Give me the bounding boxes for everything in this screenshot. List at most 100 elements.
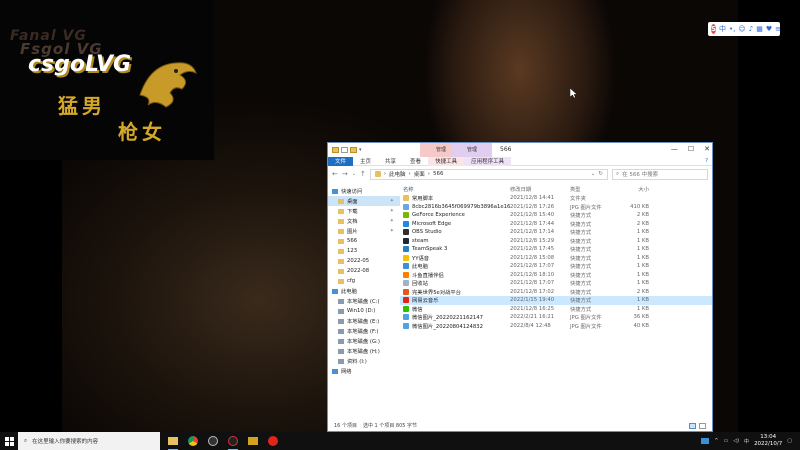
search-icon: ⌕: [24, 437, 28, 444]
column-header-type[interactable]: 类型: [570, 185, 621, 193]
file-list[interactable]: 名称 修改日期 类型 大小 常用脚本 2021/12/8 14:41 文件夹 8cbc…: [400, 182, 712, 410]
properties-icon[interactable]: [341, 147, 348, 153]
file-row[interactable]: 微信 2021/12/8 16:25 快捷方式 1 KB: [400, 305, 712, 314]
file-row[interactable]: steam 2021/12/8 15:29 快捷方式 1 KB: [400, 237, 712, 246]
file-row[interactable]: YY语音 2021/12/8 15:08 快捷方式 1 KB: [400, 254, 712, 263]
tab-view[interactable]: 查看: [403, 157, 428, 166]
file-explorer-taskbar-icon[interactable]: [166, 434, 180, 450]
sidebar-item[interactable]: 本地磁盘 (C:): [328, 296, 400, 306]
file-row[interactable]: 完美世界5e对战平台 2021/12/8 17:02 快捷方式 2 KB: [400, 288, 712, 297]
show-hidden-icons-icon[interactable]: ^: [714, 438, 718, 444]
large-icons-view-icon[interactable]: [699, 422, 706, 429]
sidebar-item[interactable]: 123: [328, 246, 400, 256]
file-date: 2021/12/8 17:44: [510, 220, 555, 227]
file-row[interactable]: 8cbc2816b3645f069979b3896a1e16e 2021/12/8…: [400, 203, 712, 212]
file-row[interactable]: 微信图片_20220804124832 2022/8/4 12:48 JPG 图片文…: [400, 322, 712, 331]
details-view-icon[interactable]: [689, 422, 696, 429]
tab-home[interactable]: 主页: [353, 157, 378, 166]
file-row[interactable]: 此电脑 2021/12/8 17:07 快捷方式 1 KB: [400, 262, 712, 271]
file-row[interactable]: OBS Studio 2021/12/8 17:14 快捷方式 1 KB: [400, 228, 712, 237]
ime-tray-icon[interactable]: 中: [744, 438, 749, 445]
breadcrumb-item[interactable]: 此电脑: [389, 170, 406, 178]
ime-skin-icon[interactable]: ♥: [766, 25, 772, 33]
chevron-down-icon[interactable]: ▾: [359, 147, 362, 153]
file-row[interactable]: 微信图片_20220221162147 2022/2/21 16:21 JPG 图片…: [400, 313, 712, 322]
help-icon[interactable]: ?: [705, 158, 712, 164]
column-header-name[interactable]: 名称: [400, 185, 510, 193]
sidebar-item[interactable]: 本地磁盘 (F:): [328, 326, 400, 336]
file-name-cell: 微信: [400, 305, 510, 313]
address-bar[interactable]: › 此电脑 › 桌面 › 566 ⌄ ↻: [369, 168, 608, 180]
ime-mode-label[interactable]: 中: [719, 24, 726, 34]
column-header-size[interactable]: 大小: [621, 185, 649, 193]
file-date: 2021/12/8 17:07: [510, 263, 555, 270]
title-bar[interactable]: ▾ 管理 管理 566 — ☐ ✕: [328, 143, 712, 157]
sidebar-item[interactable]: 下载 ✦: [328, 206, 400, 216]
sidebar-item[interactable]: 网络: [328, 366, 400, 376]
ime-emoji-icon[interactable]: ☺: [738, 25, 745, 33]
sidebar-item[interactable]: 快速访问: [328, 186, 400, 196]
tab-file[interactable]: 文件: [328, 156, 354, 166]
chrome-taskbar-icon[interactable]: [186, 434, 200, 448]
file-row[interactable]: 回收站 2021/12/8 17:07 快捷方式 1 KB: [400, 279, 712, 288]
sidebar-item[interactable]: 文档 ✦: [328, 216, 400, 226]
ime-menu-icon[interactable]: ≡: [775, 25, 781, 33]
ime-punctuation-icon[interactable]: •,: [729, 25, 735, 33]
forward-arrow-icon[interactable]: →: [342, 170, 348, 178]
file-row[interactable]: 网易云音乐 2022/1/15 19:40 快捷方式 1 KB: [400, 296, 712, 305]
sidebar-item[interactable]: 资料 (I:): [328, 356, 400, 366]
maximize-icon[interactable]: ☐: [688, 145, 694, 153]
sidebar-item[interactable]: 图片 ✦: [328, 226, 400, 236]
sidebar-item[interactable]: 本地磁盘 (H:): [328, 346, 400, 356]
close-icon[interactable]: ✕: [704, 145, 710, 153]
sidebar-item[interactable]: 本地磁盘 (G:): [328, 336, 400, 346]
file-row[interactable]: 斗鱼直播伴侣 2021/12/8 18:10 快捷方式 1 KB: [400, 271, 712, 280]
ime-mic-icon[interactable]: ♪: [749, 25, 753, 33]
notification-icon[interactable]: ▢: [787, 438, 792, 444]
network-icon[interactable]: ▭: [724, 438, 729, 444]
breadcrumb-item[interactable]: 桌面: [414, 170, 425, 178]
sidebar-item[interactable]: 本地磁盘 (E:): [328, 316, 400, 326]
sidebar-item[interactable]: 566: [328, 236, 400, 246]
file-row[interactable]: Microsoft Edge 2021/12/8 17:44 快捷方式 2 KB: [400, 220, 712, 229]
tab-app-tools[interactable]: 应用程序工具: [464, 156, 512, 166]
minimize-icon[interactable]: —: [671, 145, 678, 153]
up-arrow-icon[interactable]: ↑: [360, 170, 366, 178]
file-row[interactable]: TeamSpeak 3 2021/12/8 17:45 快捷方式 1 KB: [400, 245, 712, 254]
file-explorer-window[interactable]: ▾ 管理 管理 566 — ☐ ✕ 文件 主页 共享 查看 快捷工具 应用程序工…: [327, 142, 713, 432]
breadcrumb-item[interactable]: 566: [433, 171, 444, 177]
file-name-cell: TeamSpeak 3: [400, 246, 510, 253]
app-taskbar-icon[interactable]: [246, 434, 260, 448]
sidebar-item[interactable]: 此电脑: [328, 286, 400, 296]
start-button[interactable]: [0, 432, 18, 450]
column-header-date[interactable]: 修改日期: [510, 185, 570, 193]
recent-dropdown-icon[interactable]: ⌄: [352, 171, 356, 177]
sidebar-item[interactable]: cfg: [328, 276, 400, 286]
sidebar-item[interactable]: Win10 (D:): [328, 306, 400, 316]
new-folder-icon[interactable]: [350, 147, 357, 153]
file-row[interactable]: GeForce Experience 2021/12/8 15:40 快捷方式 2 K…: [400, 211, 712, 220]
ime-toolbar[interactable]: S 中 •, ☺ ♪ ▦ ♥ ≡: [708, 22, 781, 36]
search-input[interactable]: ⌕ 在 566 中搜索: [612, 168, 708, 180]
netease-cloud-music-taskbar-icon[interactable]: [266, 434, 280, 448]
sidebar-item[interactable]: 桌面 ✦: [328, 196, 400, 206]
chevron-down-icon[interactable]: ⌄: [591, 171, 596, 177]
context-tab-manage-app[interactable]: 管理: [452, 143, 492, 157]
refresh-icon[interactable]: ↻: [598, 171, 603, 177]
sidebar-item[interactable]: 2022-08: [328, 266, 400, 276]
navigation-pane[interactable]: 快速访问 桌面 ✦ 下载 ✦ 文档 ✦ 图片 ✦ 566 123 2022-05 2022-08 cfg 此…: [328, 182, 400, 410]
sogou-ime-icon[interactable]: S: [711, 24, 717, 34]
taskbar-search-box[interactable]: ⌕ 在这里输入你要搜索的内容: [18, 432, 160, 450]
sidebar-item[interactable]: 2022-05: [328, 256, 400, 266]
file-type: 快捷方式: [570, 255, 592, 262]
volume-icon[interactable]: ◁): [733, 438, 739, 444]
ime-keyboard-icon[interactable]: ▦: [756, 25, 763, 33]
tab-share[interactable]: 共享: [378, 157, 403, 166]
obs-taskbar-icon[interactable]: [206, 434, 220, 448]
taskbar-clock[interactable]: 13:04 2022/10/7: [754, 434, 782, 448]
tab-shortcut-tools[interactable]: 快捷工具: [428, 156, 465, 166]
netease-music-taskbar-icon[interactable]: [226, 434, 240, 450]
back-arrow-icon[interactable]: ←: [332, 170, 338, 178]
tray-app-icon[interactable]: [701, 438, 710, 444]
file-row[interactable]: 常用脚本 2021/12/8 14:41 文件夹: [400, 194, 712, 203]
